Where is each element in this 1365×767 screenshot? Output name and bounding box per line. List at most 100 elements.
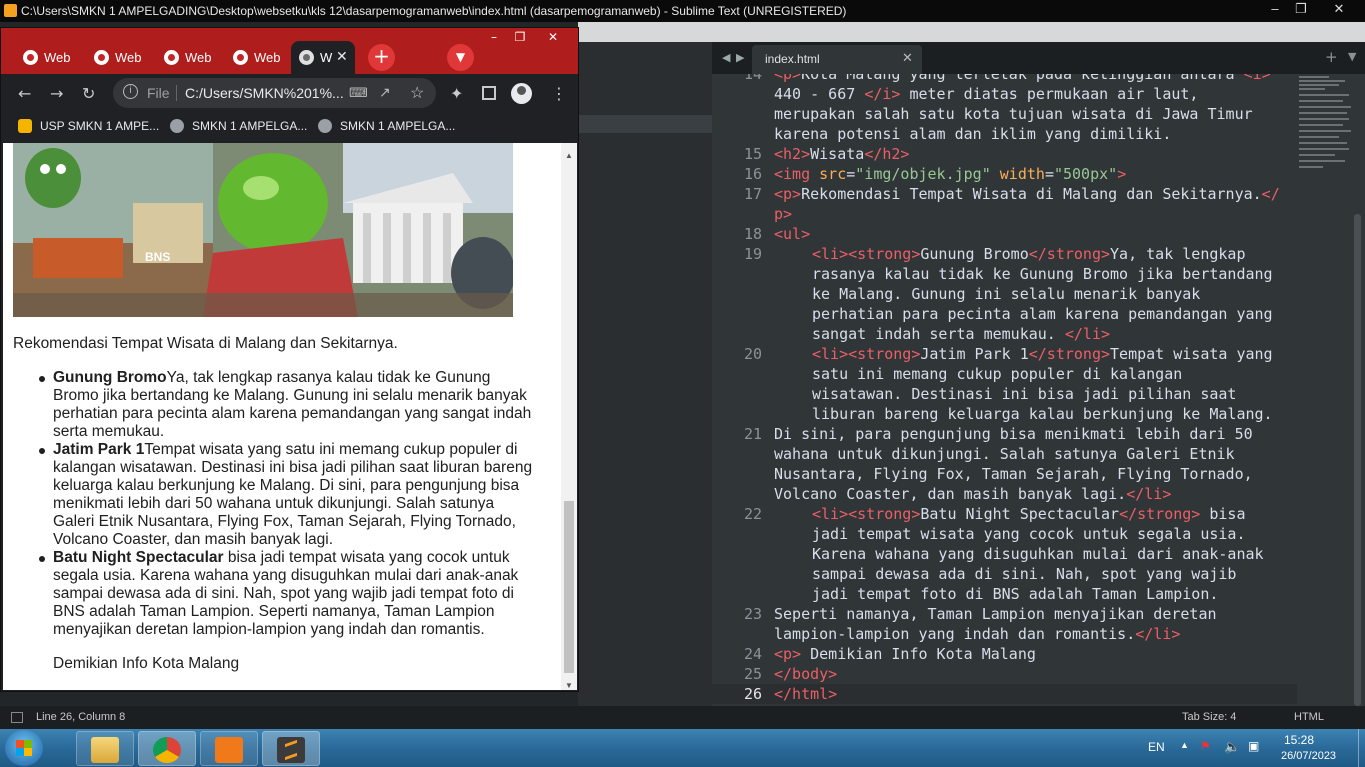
browser-tab[interactable]: Web	[223, 41, 291, 74]
tab-list-icon[interactable]: ▼	[1348, 50, 1356, 63]
code-line: <ul>	[774, 225, 811, 243]
windows-logo-icon-part	[16, 748, 32, 756]
minimap[interactable]	[1297, 74, 1355, 174]
tab-size[interactable]: Tab Size: 4	[1182, 711, 1236, 723]
bookmark-item[interactable]: SMKN 1 AMPELGA...	[170, 119, 307, 133]
chrome-toolbar: ← → ↻ i File C:/Users/SMKN%201%... ⌨ ↗ ☆…	[1, 74, 578, 112]
action-center-icon[interactable]: ▣	[1248, 739, 1259, 753]
chrome-close-button[interactable]: ✕	[542, 30, 564, 46]
tab-next-icon[interactable]: ▶	[736, 51, 744, 64]
sidebar-highlight	[578, 115, 712, 133]
profile-avatar[interactable]	[511, 83, 532, 104]
cursor-position: Line 26, Column 8	[36, 711, 126, 723]
favicon-icon	[164, 50, 179, 65]
code-line: rasanya kalau tidak ke Gunung Bromo jika…	[812, 265, 1273, 283]
tab-search-button[interactable]: ▼	[447, 44, 474, 71]
taskbar-sublime[interactable]	[262, 731, 320, 766]
scroll-down-icon[interactable]: ▼	[565, 677, 573, 690]
editor-scrollbar[interactable]	[1354, 214, 1361, 706]
code-line: <p> Demikian Info Kota Malang	[774, 645, 1036, 663]
clock-date[interactable]: 26/07/2023	[1281, 750, 1336, 762]
tray-expand-icon[interactable]: ▲	[1180, 740, 1189, 750]
share-icon[interactable]: ↗	[379, 84, 391, 101]
code-line: Volcano Coaster, dan masih banyak lagi.<…	[774, 485, 1172, 503]
line-number: 24	[743, 645, 762, 663]
address-bar[interactable]: i File C:/Users/SMKN%201%... ⌨ ↗ ☆	[113, 78, 436, 108]
browser-tab[interactable]: Web	[13, 41, 81, 74]
list-item: Batu Night Spectacular bisa jadi tempat …	[53, 549, 519, 638]
browser-tab[interactable]: Web	[84, 41, 152, 74]
new-tab-icon[interactable]: +	[1325, 48, 1338, 66]
taskbar-chrome[interactable]	[138, 731, 196, 766]
system-tray: EN ▲ ⚑ 🔈 ▣ 15:28 26/07/2023	[1132, 729, 1365, 767]
translate-icon[interactable]: ⌨	[349, 85, 368, 101]
minimize-button[interactable]: –	[1262, 0, 1288, 20]
bookmark-icon	[18, 119, 32, 133]
bookmark-item[interactable]: USP SMKN 1 AMPE...	[18, 119, 159, 133]
code-line: satu ini memang cukup populer di kalanga…	[812, 365, 1183, 383]
volume-icon[interactable]: 🔈	[1224, 739, 1240, 755]
tab-prev-icon[interactable]: ◀	[722, 51, 730, 64]
tab-title: Web	[44, 50, 71, 65]
tab-close-icon[interactable]: ✕	[336, 48, 348, 65]
chrome-maximize-button[interactable]: ❐	[509, 30, 531, 46]
language-indicator[interactable]: EN	[1148, 740, 1165, 754]
scroll-up-icon[interactable]: ▲	[565, 147, 573, 165]
tab-close-icon[interactable]: ✕	[902, 50, 913, 66]
list-item: Gunung BromoYa, tak lengkap rasanya kala…	[53, 369, 532, 440]
start-button[interactable]	[5, 730, 43, 766]
tab-title: Web	[254, 50, 281, 65]
bookmark-item[interactable]: SMKN 1 AMPELGA...	[318, 119, 455, 133]
scroll-thumb[interactable]	[564, 501, 574, 673]
divider	[176, 85, 177, 101]
line-number: 15	[743, 145, 762, 163]
syntax-mode[interactable]: HTML	[1294, 711, 1324, 723]
code-line: <h2>Wisata</h2>	[774, 145, 910, 163]
forward-icon[interactable]: →	[50, 84, 63, 103]
line-number: 14	[743, 74, 762, 83]
panel-toggle-icon[interactable]	[11, 712, 23, 723]
list-bullet	[39, 376, 45, 382]
globe-icon	[318, 119, 332, 133]
back-icon[interactable]: ←	[18, 84, 31, 103]
clock-time[interactable]: 15:28	[1284, 733, 1314, 747]
tab-title: Web	[185, 50, 212, 65]
new-tab-button[interactable]: +	[368, 44, 395, 71]
code-line: merupakan salah satu kota tujuan wisata …	[774, 105, 1253, 123]
browser-tab-active[interactable]: W ✕	[291, 41, 355, 74]
line-number: 22	[743, 505, 762, 523]
reload-icon[interactable]: ↻	[82, 84, 95, 103]
browser-tab[interactable]: Web	[154, 41, 222, 74]
chrome-minimize-button[interactable]: –	[483, 30, 505, 46]
extensions-icon[interactable]: ✦	[450, 84, 463, 103]
url-text[interactable]: C:/Users/SMKN%201%...	[185, 85, 344, 101]
line-number: 16	[743, 165, 762, 183]
code-line: <li><strong>Batu Night Spectacular</stro…	[812, 505, 1246, 523]
line-number: 23	[743, 605, 762, 623]
side-panel-icon[interactable]	[482, 86, 496, 100]
status-bar: Line 26, Column 8 Tab Size: 4 HTML	[0, 706, 1365, 729]
code-editor[interactable]: 14 15 16 17 18 19 20 21 22 23 24 25 26 <…	[712, 74, 1365, 706]
close-button[interactable]: ✕	[1326, 0, 1352, 20]
folder-icon	[91, 737, 119, 763]
bookmarks-bar: USP SMKN 1 AMPE... SMKN 1 AMPELGA... SMK…	[1, 112, 578, 143]
info-icon[interactable]: i	[123, 84, 138, 99]
show-desktop-button[interactable]	[1358, 729, 1365, 767]
page-scrollbar[interactable]: ▲ ▼	[561, 143, 577, 690]
menu-bar	[578, 22, 1365, 42]
menu-kebab-icon[interactable]: ⋮	[551, 84, 567, 103]
sidebar-pane	[578, 42, 712, 706]
tab-index-html[interactable]: index.html ✕	[752, 45, 922, 74]
page-viewport[interactable]: BNS Rekomendasi Tempat Wisata di Malang …	[3, 143, 577, 690]
taskbar-file-explorer[interactable]	[76, 731, 134, 766]
bookmark-star-icon[interactable]: ☆	[410, 83, 424, 103]
line-number: 20	[743, 345, 762, 363]
favicon-icon	[94, 50, 109, 65]
sublime-app-icon	[4, 4, 17, 17]
pdf-icon	[215, 737, 243, 763]
line-number: 19	[743, 245, 762, 263]
taskbar-pdf-reader[interactable]	[200, 731, 258, 766]
network-icon[interactable]: ⚑	[1200, 739, 1211, 753]
maximize-button[interactable]: ❐	[1288, 0, 1314, 20]
code-line: wisatawan. Destinasi ini bisa jadi pilih…	[812, 385, 1237, 403]
